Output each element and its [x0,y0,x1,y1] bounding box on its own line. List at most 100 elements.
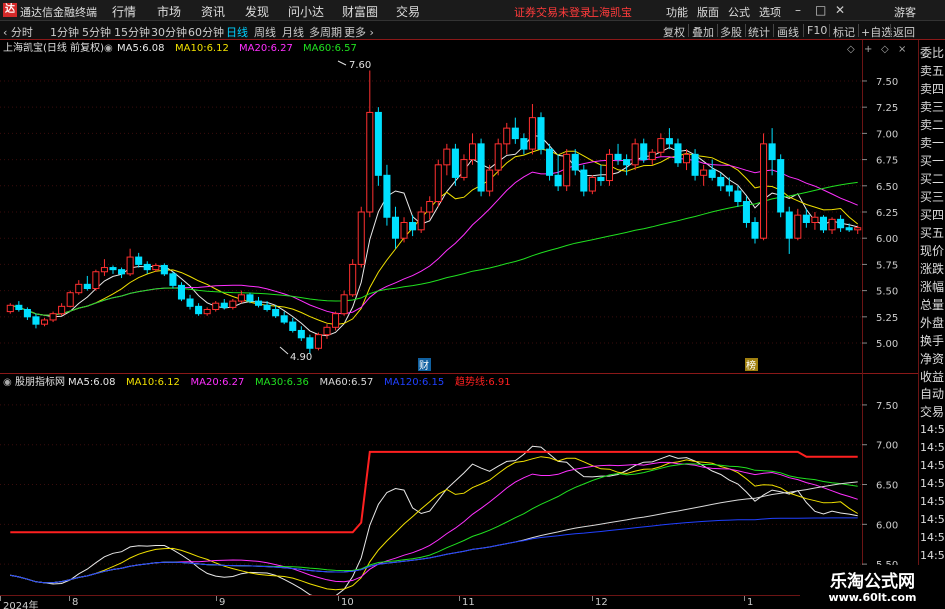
candle-body [623,159,631,166]
candle [349,259,357,297]
menu-market[interactable]: 市场 [157,3,181,20]
ma10-line [10,148,859,326]
candle [400,217,408,243]
sub-legend-label: 趋势线: [455,375,488,388]
candle-body [23,308,31,318]
chart-add-icon[interactable]: + [864,44,872,55]
chart-settings-icon[interactable]: ◉ [104,43,113,54]
trade-panel-label[interactable]: 自动 [920,385,945,403]
menu-layout[interactable]: 版面 [697,4,719,20]
tick-time: 14:56 [920,495,945,508]
period-tab-multi[interactable]: 多周期 [309,24,342,40]
candle-body [15,304,23,310]
candle [528,104,536,155]
candle [340,290,348,316]
main-candlestick-chart[interactable]: 7.50 7.25 7.00 6.75 6.50 6.25 6.00 5.75 5.50 5.25… [0,40,918,373]
candle-body [794,214,802,239]
period-tab-timeshare[interactable]: ‹ 分时 [3,24,33,40]
time-axis-tick [338,596,339,601]
candle-body [571,153,579,171]
candle [323,324,331,339]
toolbar-multi-stock[interactable]: 多股 [720,24,742,40]
time-axis-label: 12 [595,597,608,608]
toolbar-stats[interactable]: 统计 [748,24,770,40]
menu-formula[interactable]: 公式 [728,4,750,20]
trade-panel-label[interactable]: 交易 [920,403,945,421]
candle-body [229,300,237,308]
sub-tick-label: 7.00 [876,441,898,452]
candle [357,206,365,268]
sub-legend-item: MA5:6.08 [68,377,115,388]
main-ma-legend: MA5:6.08 MA10:6.12 MA20:6.27 MA60:6.57 [117,43,357,54]
period-tab-1min[interactable]: 1分钟 [50,24,79,40]
menu-wealth-circle[interactable]: 财富圈 [342,3,378,20]
toolbar-f10[interactable]: F10 [807,24,827,37]
toolbar-adjust[interactable]: 复权 [663,24,685,40]
candle [169,271,177,289]
candle [588,175,596,195]
subchart-settings-icon[interactable]: ◉ [3,377,12,388]
candle [648,149,656,165]
chart-options-icon[interactable]: ◇ [847,44,855,55]
candle [623,154,631,176]
minimize-icon[interactable]: – [795,3,801,17]
chart-zoom-icon[interactable]: ◇ [881,44,889,55]
menu-ask[interactable]: 问小达 [288,3,324,20]
candle [374,107,382,186]
candle-body [169,273,177,286]
candle-body [220,302,228,308]
watermark-title: 乐淘公式网 [830,572,915,592]
candle-body [768,143,776,161]
toolbar-overlay[interactable]: 叠加 [692,24,714,40]
period-tab-60min[interactable]: 60分钟 [188,24,224,40]
candle-body [520,138,528,150]
period-tab-5min[interactable]: 5分钟 [82,24,111,40]
chart-close-icon[interactable]: × [898,44,906,55]
toolbar-back[interactable]: 返回 [893,24,915,40]
toolbar-add-watchlist[interactable]: +自选 [861,24,892,40]
toolbar-draw[interactable]: 画线 [777,24,799,40]
menu-discover[interactable]: 发现 [245,3,269,20]
candle [631,138,639,171]
menu-function[interactable]: 功能 [666,4,688,20]
menu-options[interactable]: 选项 [759,4,781,20]
candle [40,317,49,327]
menu-news[interactable]: 资讯 [201,3,225,20]
candle-body [528,117,536,150]
candle-body [734,190,742,203]
time-axis-label: 8 [72,597,79,608]
period-tab-monthly[interactable]: 月线 [282,24,304,40]
toolbar-mark[interactable]: 标记 [833,24,855,40]
candle [785,206,793,254]
candle-body [66,292,74,307]
maximize-icon[interactable]: □ [815,3,826,17]
user-guest[interactable]: 游客 [894,4,916,20]
period-tab-weekly[interactable]: 周线 [254,24,276,40]
candle [494,138,502,176]
ma-legend-value: 6.57 [335,43,357,54]
period-tab-daily[interactable]: 日线 [226,24,248,40]
time-axis-tick [216,596,217,601]
menu-market-quotes[interactable]: 行情 [112,3,136,20]
tick-time: 14:56 [920,441,945,454]
ma-legend-item: MA10:6.12 [175,43,229,54]
candle-body [92,271,100,290]
candle [186,294,194,310]
candle [546,143,554,181]
candle-body [648,151,656,161]
login-warning[interactable]: 证券交易未登录 [514,4,591,20]
period-tab-more[interactable]: 更多 › [344,24,374,40]
candle [511,117,519,144]
period-tab-15min[interactable]: 15分钟 [114,24,150,40]
period-tab-30min[interactable]: 30分钟 [151,24,187,40]
time-axis-label: 9 [219,597,226,608]
candle [118,267,126,279]
menu-trade[interactable]: 交易 [396,3,420,20]
candle-body [118,269,126,275]
candle [537,112,545,155]
sub-legend-item: MA60:6.57 [320,377,374,388]
high-price-label: 7.60 [349,60,371,71]
indicator-subchart[interactable]: 7.507.006.506.005.50 ◉ 股朋指标网 MA5:6.08MA1… [0,373,918,595]
close-icon[interactable]: ✕ [835,3,845,17]
candle [332,311,340,331]
